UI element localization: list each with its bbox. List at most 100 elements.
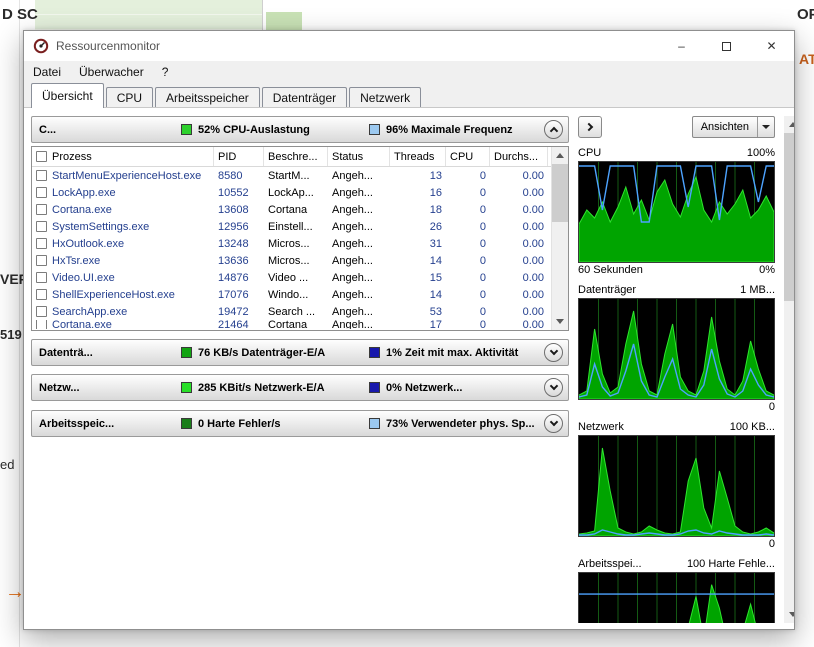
table-row[interactable]: StartMenuExperienceHost.exe 8580 StartM...… — [32, 167, 551, 184]
header-pid[interactable]: PID — [214, 147, 264, 166]
graph-panel: Ansichten CPU 100% 60 Sekunden 0% Datent… — [578, 116, 775, 623]
cell-avg: 0.00 — [522, 288, 544, 301]
cell-avg: 0.00 — [522, 220, 544, 233]
memory-section-header[interactable]: Arbeitsspeic... 0 Harte Fehler/s 73% Ver… — [31, 410, 569, 437]
minimize-button[interactable]: – — [659, 31, 704, 61]
cell-desc: Windo... — [268, 288, 309, 301]
background-arrow-icon: → — [5, 581, 25, 603]
cell-pid: 13248 — [218, 237, 249, 250]
background-text-fragment: AT — [799, 51, 814, 67]
cell-name: Cortana.exe — [32, 204, 214, 216]
table-row[interactable]: HxTsr.exe 13636 Micros... Angeh... 14 0 0.00 — [32, 252, 551, 269]
titlebar[interactable]: Ressourcenmonitor – ✕ — [24, 31, 794, 61]
cpu-usage-stat: 52% CPU-Auslastung — [198, 123, 310, 136]
cell-avg: 0.00 — [522, 305, 544, 318]
chart-title: CPU — [578, 147, 602, 159]
table-row[interactable]: LockApp.exe 10552 LockAp... Angeh... 16 0 0.00 — [32, 184, 551, 201]
maximize-button[interactable] — [704, 31, 749, 61]
table-row[interactable]: SearchApp.exe 19472 Search ... Angeh... 53 0 0… — [32, 303, 551, 320]
cell-threads: 26 — [429, 220, 442, 233]
menu-help[interactable]: ? — [153, 65, 178, 79]
row-checkbox[interactable] — [36, 272, 47, 283]
cpu-section-header[interactable]: C... 52% CPU-Auslastung 96% Maximale Fre… — [31, 116, 569, 143]
views-dropdown-arrow[interactable] — [757, 117, 774, 137]
tab-cpu[interactable]: CPU — [105, 87, 154, 108]
header-status[interactable]: Status — [328, 147, 390, 166]
scroll-up-button[interactable] — [784, 116, 794, 133]
chart-min: 0% — [759, 264, 775, 276]
cell-threads: 13 — [429, 169, 442, 182]
network-expand-button[interactable] — [544, 378, 563, 397]
tab-datentraeger[interactable]: Datenträger — [261, 87, 348, 108]
chevron-down-icon — [549, 346, 558, 356]
row-checkbox[interactable] — [36, 306, 47, 317]
views-button[interactable]: Ansichten — [691, 116, 775, 138]
memory-used-stat: 73% Verwendeter phys. Sp... — [386, 417, 535, 430]
chevron-up-icon — [549, 126, 558, 136]
disk-section-header[interactable]: Datenträ... 76 KB/s Datenträger-E/A 1% Z… — [31, 339, 569, 366]
select-all-checkbox[interactable] — [36, 151, 47, 162]
scroll-down-button[interactable] — [784, 606, 794, 623]
table-scrollbar-thumb[interactable] — [552, 164, 568, 222]
cell-status: Angeh... — [332, 271, 373, 284]
disk-active-stat: 1% Zeit mit max. Aktivität — [386, 346, 519, 359]
menu-datei[interactable]: Datei — [24, 65, 70, 79]
close-button[interactable]: ✕ — [749, 31, 794, 61]
cell-desc: Cortana — [268, 320, 308, 329]
header-prozess[interactable]: Prozess — [32, 147, 214, 166]
scroll-up-icon — [788, 122, 794, 127]
row-checkbox[interactable] — [36, 170, 47, 181]
header-beschreibung[interactable]: Beschre... — [264, 147, 328, 166]
disk-chart-label: Datenträger 1 MB... — [578, 284, 775, 296]
table-row[interactable]: Video.UI.exe 14876 Video ... Angeh... 15 0 0.0… — [32, 269, 551, 286]
scroll-up-button[interactable] — [552, 147, 568, 164]
row-checkbox[interactable] — [36, 238, 47, 249]
memory-used-chip — [369, 418, 380, 429]
memory-expand-button[interactable] — [544, 414, 563, 433]
cell-pid: 13636 — [218, 254, 249, 267]
cell-pid: 13608 — [218, 203, 249, 216]
memory-chart — [578, 572, 775, 623]
cell-pid: 21464 — [218, 320, 249, 329]
cell-cpu: 0 — [479, 305, 486, 318]
row-checkbox[interactable] — [36, 204, 47, 215]
table-row[interactable]: SystemSettings.exe 12956 Einstell... Angeh.… — [32, 218, 551, 235]
chevron-right-icon — [584, 122, 594, 132]
window-title: Ressourcenmonitor — [56, 39, 161, 53]
cell-cpu: 0 — [479, 271, 486, 284]
row-checkbox[interactable] — [36, 320, 47, 329]
network-section-header[interactable]: Netzw... 285 KBit/s Netzwerk-E/A 0% Netz… — [31, 374, 569, 401]
row-checkbox[interactable] — [36, 187, 47, 198]
cell-name: LockApp.exe — [32, 187, 214, 199]
table-row[interactable]: Cortana.exe 13608 Cortana Angeh... 18 0 0.00 — [32, 201, 551, 218]
cpu-usage-chip — [181, 124, 192, 135]
header-threads[interactable]: Threads — [390, 147, 446, 166]
cell-avg: 0.00 — [522, 237, 544, 250]
scroll-down-button[interactable] — [552, 313, 568, 330]
disk-active-chip — [369, 347, 380, 358]
tab-netzwerk[interactable]: Netzwerk — [349, 87, 422, 108]
header-durchschnitt[interactable]: Durchs... — [490, 147, 548, 166]
memory-faults-chip — [181, 418, 192, 429]
table-scrollbar[interactable] — [551, 147, 568, 330]
disk-expand-button[interactable] — [544, 343, 563, 362]
row-checkbox[interactable] — [36, 289, 47, 300]
table-row[interactable]: ShellExperienceHost.exe 17076 Windo... Ange… — [32, 286, 551, 303]
tab-arbeitsspeicher[interactable]: Arbeitsspeicher — [155, 87, 260, 108]
app-icon — [33, 38, 49, 54]
header-cpu[interactable]: CPU — [446, 147, 490, 166]
window-scrollbar-thumb[interactable] — [784, 133, 794, 301]
tab-uebersicht[interactable]: Übersicht — [31, 83, 104, 108]
cpu-collapse-button[interactable] — [544, 120, 563, 139]
table-row[interactable]: Cortana.exe 21464 Cortana Angeh... 17 0 0.00 — [32, 320, 551, 329]
table-header-row: Prozess PID Beschre... Status Threads CP… — [32, 147, 551, 167]
row-checkbox[interactable] — [36, 255, 47, 266]
table-row[interactable]: HxOutlook.exe 13248 Micros... Angeh... 31 0 0.… — [32, 235, 551, 252]
menu-ueberwacher[interactable]: Überwacher — [70, 65, 153, 79]
collapse-graphs-button[interactable] — [578, 116, 602, 138]
window-scrollbar[interactable] — [784, 116, 794, 623]
row-checkbox[interactable] — [36, 221, 47, 232]
memory-section-label: Arbeitsspeic... — [39, 417, 115, 430]
memory-chart-label: Arbeitsspei... 100 Harte Fehle... — [578, 558, 775, 570]
cell-cpu: 0 — [479, 203, 486, 216]
